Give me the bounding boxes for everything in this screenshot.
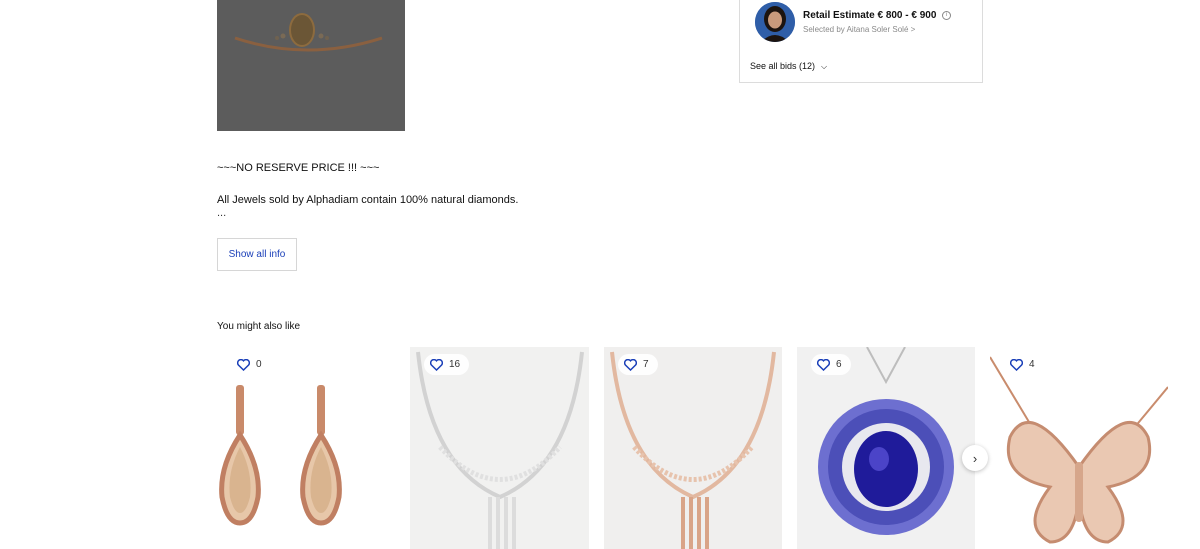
chevron-right-icon: › <box>972 450 978 466</box>
favorite-count: 16 <box>449 359 461 370</box>
heart-icon <box>237 358 250 371</box>
tanzanite-pendant-image <box>797 347 975 549</box>
show-all-info-button[interactable]: Show all info <box>217 238 297 271</box>
recommendation-card-4[interactable]: 6 <box>797 347 975 549</box>
favorite-button[interactable]: 16 <box>424 354 470 375</box>
favorite-button[interactable]: 7 <box>618 354 658 375</box>
rose-necklace-image <box>604 347 782 549</box>
recommendation-card-1[interactable]: 0 <box>217 347 395 549</box>
butterfly-necklace-image <box>990 347 1168 549</box>
info-icon[interactable]: i <box>942 11 951 20</box>
favorite-button[interactable]: 4 <box>1004 354 1044 375</box>
expert-avatar[interactable] <box>755 2 795 42</box>
heart-icon <box>430 358 443 371</box>
recommendations-title: You might also like <box>217 321 301 332</box>
natural-diamonds-text: All Jewels sold by Alphadiam contain 100… <box>217 194 519 206</box>
heart-icon <box>817 358 830 371</box>
chevron-down-icon: ⌵ <box>821 62 828 71</box>
heart-icon <box>624 358 637 371</box>
recommendation-card-2[interactable]: 16 <box>410 347 589 549</box>
favorite-count: 7 <box>643 359 649 370</box>
selected-by-link[interactable]: Selected by Aitana Soler Solé > <box>803 25 915 34</box>
lot-main-image[interactable] <box>217 0 405 131</box>
favorite-count: 6 <box>836 359 842 370</box>
no-reserve-text: ~~~NO RESERVE PRICE !!! ~~~ <box>217 162 380 174</box>
favorite-button[interactable]: 6 <box>811 354 851 375</box>
favorite-button[interactable]: 0 <box>231 354 271 375</box>
favorite-count: 0 <box>256 359 262 370</box>
earrings-image <box>217 347 395 549</box>
description-ellipsis: ... <box>217 207 227 219</box>
white-necklace-image <box>410 347 589 549</box>
recommendation-card-5[interactable]: 4 <box>990 347 1168 549</box>
see-all-bids-label: See all bids (12) <box>750 61 816 71</box>
carousel-next-button[interactable]: › <box>962 445 988 471</box>
heart-icon <box>1010 358 1023 371</box>
favorite-count: 4 <box>1029 359 1035 370</box>
recommendation-card-3[interactable]: 7 <box>604 347 782 549</box>
bid-panel: Retail Estimate € 800 - € 900 i Selected… <box>739 0 983 83</box>
see-all-bids-button[interactable]: See all bids (12) ⌵ <box>750 61 827 72</box>
retail-estimate: Retail Estimate € 800 - € 900 <box>803 10 937 21</box>
